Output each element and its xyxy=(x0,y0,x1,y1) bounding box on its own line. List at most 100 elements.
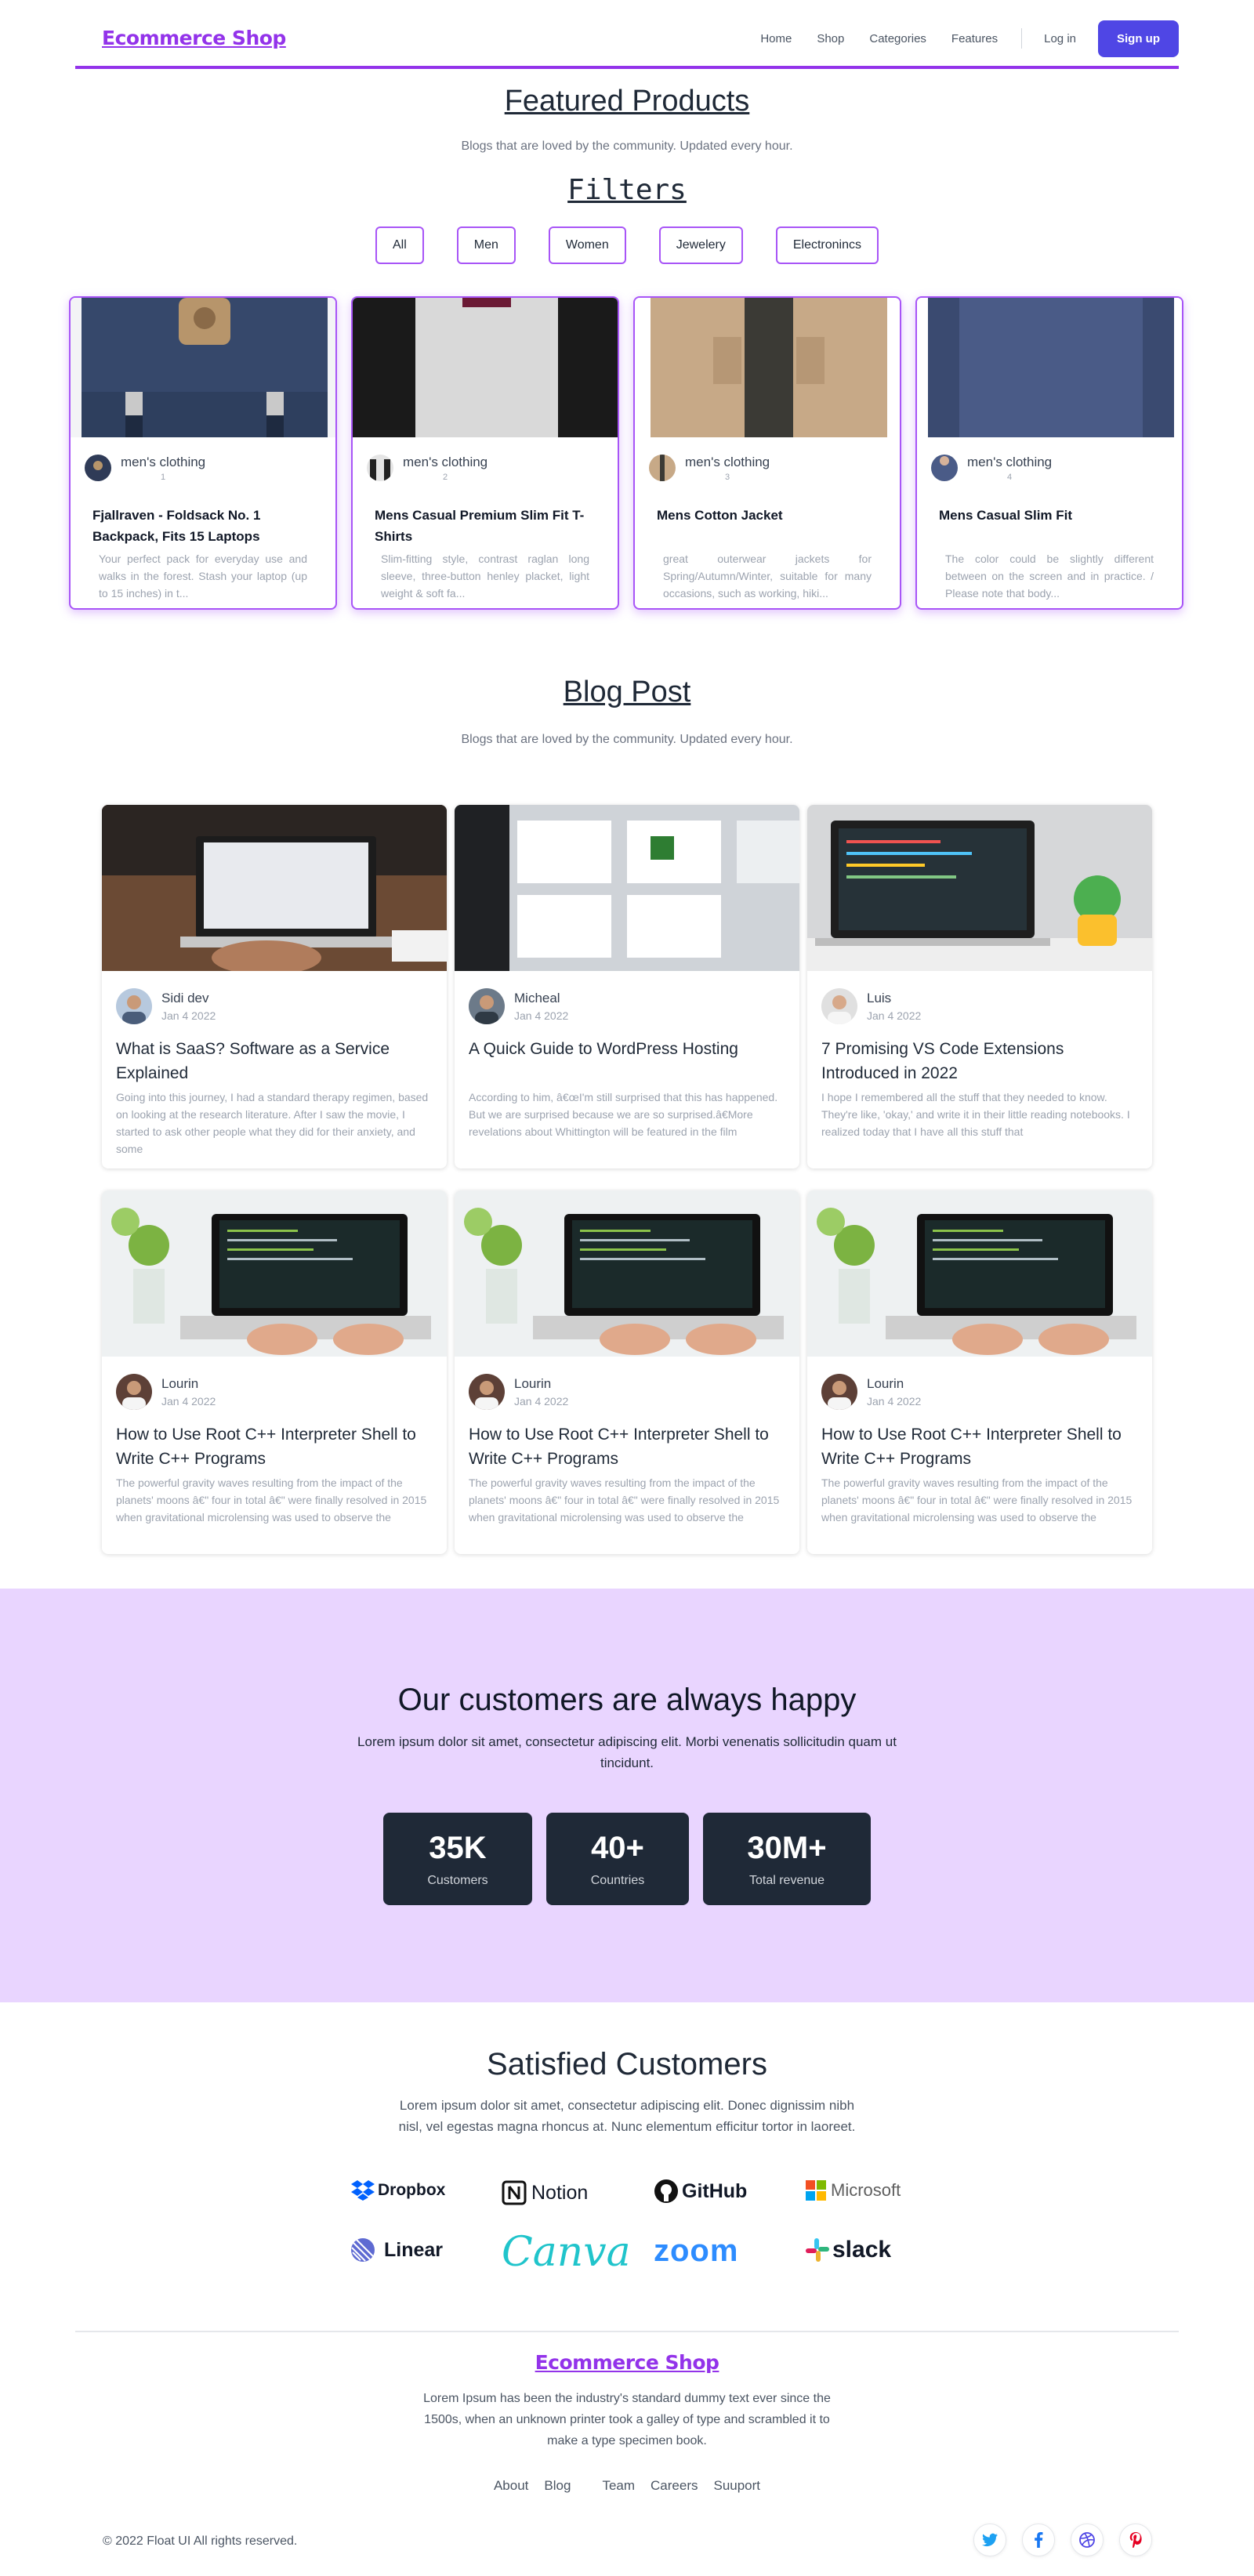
footer-link-about[interactable]: About xyxy=(494,2478,528,2494)
blog-card[interactable]: Lourin Jan 4 2022 How to Use Root C++ In… xyxy=(455,1190,799,1554)
linear-icon xyxy=(351,2238,375,2262)
filters-title: Filters xyxy=(567,174,687,206)
blog-card[interactable]: Lourin Jan 4 2022 How to Use Root C++ In… xyxy=(102,1190,447,1554)
blog-grid: Sidi dev Jan 4 2022 What is SaaS? Softwa… xyxy=(102,805,1152,1554)
login-link[interactable]: Log in xyxy=(1044,32,1076,45)
post-excerpt: According to him, â€œI'm still surprised… xyxy=(469,1091,778,1138)
notion-logo: Notion xyxy=(502,2180,588,2205)
brand-logo[interactable]: Ecommerce Shop xyxy=(102,27,286,49)
product-card[interactable]: men's clothing 4 Mens Casual Slim Fit Th… xyxy=(915,296,1183,610)
footer-link-team[interactable]: Team xyxy=(602,2478,635,2494)
stat-value: 30M+ xyxy=(747,1830,827,1865)
blog-card[interactable]: Micheal Jan 4 2022 A Quick Guide to Word… xyxy=(455,805,799,1168)
post-date: Jan 4 2022 xyxy=(867,1395,922,1408)
author-name: Luis xyxy=(867,991,892,1005)
product-description: great outerwear jackets for Spring/Autum… xyxy=(663,553,872,600)
dribbble-icon[interactable] xyxy=(1071,2523,1104,2556)
filter-men[interactable]: Men xyxy=(456,226,516,264)
facebook-icon[interactable] xyxy=(1022,2523,1055,2556)
author-avatar xyxy=(469,1374,505,1410)
product-card[interactable]: men's clothing 2 Mens Casual Premium Sli… xyxy=(351,296,619,610)
customers-description: Lorem ipsum dolor sit amet, consectetur … xyxy=(398,2098,856,2134)
pinterest-icon[interactable] xyxy=(1119,2523,1152,2556)
stat-card: 40+ Countries xyxy=(546,1813,689,1905)
post-title[interactable]: How to Use Root C++ Interpreter Shell to… xyxy=(469,1422,785,1471)
product-category: men's clothing xyxy=(685,455,770,469)
blog-card[interactable]: Lourin Jan 4 2022 How to Use Root C++ In… xyxy=(807,1190,1152,1554)
slack-icon xyxy=(806,2238,829,2262)
author-name: Sidi dev xyxy=(161,991,209,1005)
blog-subtitle: Blogs that are loved by the community. U… xyxy=(461,733,793,746)
featured-subtitle: Blogs that are loved by the community. U… xyxy=(461,139,793,153)
copyright-text: © 2022 Float UI All rights reserved. xyxy=(103,2534,298,2548)
product-description: Your perfect pack for everyday use and w… xyxy=(99,553,307,600)
nav-link-shop[interactable]: Shop xyxy=(817,32,844,45)
product-meta: men's clothing 2 xyxy=(367,455,487,482)
author-name: Lourin xyxy=(514,1376,552,1391)
twitter-icon[interactable] xyxy=(973,2523,1006,2556)
stat-card: 30M+ Total revenue xyxy=(703,1813,871,1905)
blog-meta: Luis Jan 4 2022 xyxy=(821,988,921,1024)
author-name: Lourin xyxy=(161,1376,199,1391)
product-meta: men's clothing 4 xyxy=(931,455,1052,482)
post-excerpt: I hope I remembered all the stuff that t… xyxy=(821,1091,1130,1138)
github-icon xyxy=(654,2179,678,2203)
stat-card: 35K Customers xyxy=(383,1813,532,1905)
nav-link-categories[interactable]: Categories xyxy=(869,32,926,45)
post-title[interactable]: How to Use Root C++ Interpreter Shell to… xyxy=(116,1422,433,1471)
post-title[interactable]: 7 Promising VS Code Extensions Introduce… xyxy=(821,1037,1138,1085)
post-title[interactable]: How to Use Root C++ Interpreter Shell to… xyxy=(821,1422,1138,1471)
post-title[interactable]: What is SaaS? Software as a Service Expl… xyxy=(116,1037,433,1085)
filter-electronics[interactable]: Electronincs xyxy=(775,226,879,264)
signup-button[interactable]: Sign up xyxy=(1098,20,1179,57)
product-image xyxy=(917,298,1182,437)
nav-link-features[interactable]: Features xyxy=(951,32,998,45)
zoom-logo: zoom xyxy=(654,2234,739,2268)
product-thumb xyxy=(367,455,393,481)
post-excerpt: The powerful gravity waves resulting fro… xyxy=(116,1476,427,1523)
product-title[interactable]: Mens Casual Premium Slim Fit T-Shirts xyxy=(375,505,596,547)
dropbox-logo: Dropbox xyxy=(351,2180,445,2201)
author-avatar xyxy=(821,988,857,1024)
filter-jewelery[interactable]: Jewelery xyxy=(658,226,743,264)
nav-divider xyxy=(1021,28,1023,49)
github-logo: GitHub xyxy=(654,2179,747,2204)
post-title[interactable]: A Quick Guide to WordPress Hosting xyxy=(469,1037,785,1061)
stat-label: Countries xyxy=(590,1873,645,1887)
microsoft-icon xyxy=(806,2180,826,2201)
microsoft-logo: Microsoft xyxy=(806,2180,901,2201)
footer-description: Lorem Ipsum has been the industry's stan… xyxy=(423,2392,831,2447)
product-card[interactable]: men's clothing 1 Fjallraven - Foldsack N… xyxy=(69,296,337,610)
author-avatar xyxy=(821,1374,857,1410)
customers-title: Satisfied Customers xyxy=(487,2047,767,2081)
footer-link-careers[interactable]: Careers xyxy=(651,2478,698,2494)
blog-card[interactable]: Luis Jan 4 2022 7 Promising VS Code Exte… xyxy=(807,805,1152,1168)
product-title[interactable]: Mens Cotton Jacket xyxy=(657,505,878,526)
stat-label: Customers xyxy=(427,1873,488,1887)
notion-icon xyxy=(502,2180,527,2205)
nav-link-home[interactable]: Home xyxy=(760,32,792,45)
footer-brand[interactable]: Ecommerce Shop xyxy=(0,2351,1254,2374)
product-category: men's clothing xyxy=(403,455,488,469)
product-title[interactable]: Fjallraven - Foldsack No. 1 Backpack, Fi… xyxy=(92,505,314,547)
stat-value: 35K xyxy=(429,1830,487,1865)
blog-image xyxy=(102,1190,447,1357)
filter-women[interactable]: Women xyxy=(548,226,626,264)
product-card[interactable]: men's clothing 3 Mens Cotton Jacket grea… xyxy=(633,296,901,610)
filter-all[interactable]: All xyxy=(375,226,424,264)
blog-image xyxy=(807,1190,1152,1357)
footer-link-support[interactable]: Suuport xyxy=(713,2478,760,2494)
product-id: 1 xyxy=(161,473,166,482)
product-description: The color could be slightly different be… xyxy=(945,553,1154,600)
footer-link-blog[interactable]: Blog xyxy=(544,2478,571,2494)
product-category: men's clothing xyxy=(121,455,206,469)
blog-image xyxy=(455,1190,799,1357)
stats-description: Lorem ipsum dolor sit amet, consectetur … xyxy=(357,1734,897,1770)
blog-image xyxy=(807,805,1152,971)
stat-value: 40+ xyxy=(591,1830,644,1865)
blog-card[interactable]: Sidi dev Jan 4 2022 What is SaaS? Softwa… xyxy=(102,805,447,1168)
featured-title: Featured Products xyxy=(504,85,750,118)
product-title[interactable]: Mens Casual Slim Fit xyxy=(939,505,1160,526)
post-date: Jan 4 2022 xyxy=(161,1395,216,1408)
nav-links: Home Shop Categories Features Log in Sig… xyxy=(735,20,1179,57)
